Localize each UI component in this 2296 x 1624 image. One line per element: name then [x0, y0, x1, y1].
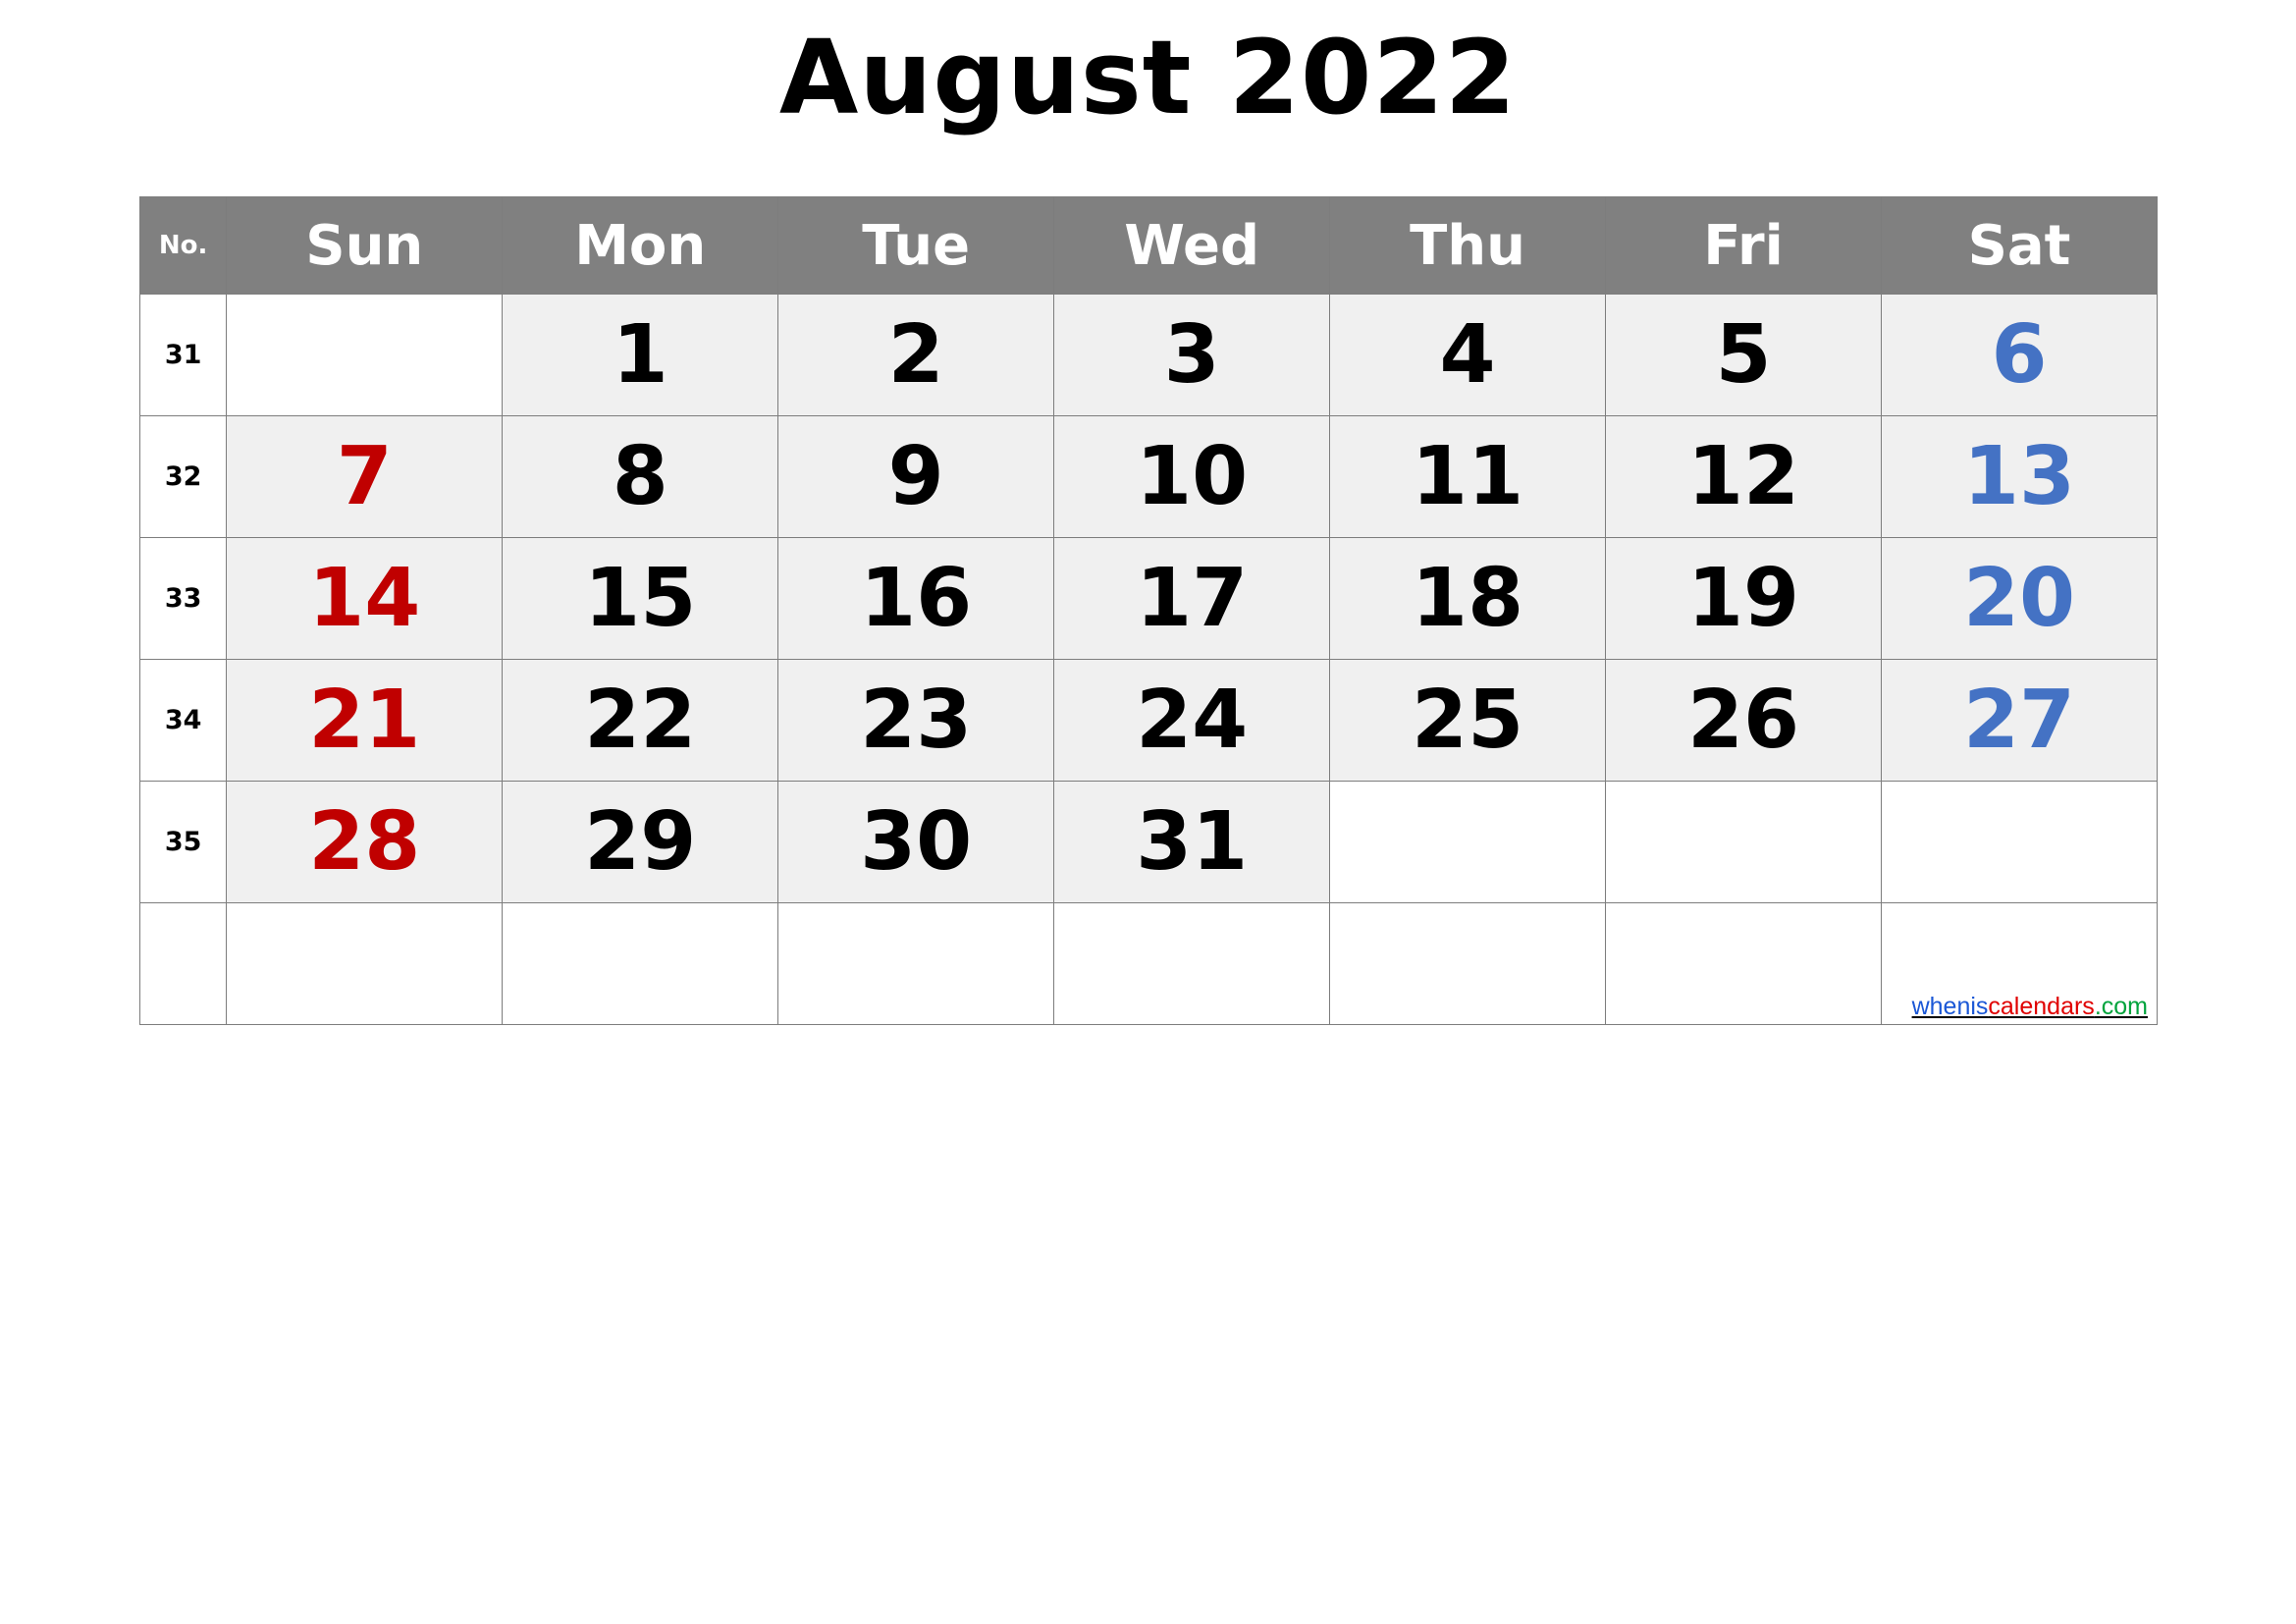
week-number: 35: [138, 781, 228, 903]
day-cell[interactable]: 19: [1605, 537, 1883, 660]
day-cell[interactable]: 21: [226, 659, 504, 782]
day-cell[interactable]: 23: [777, 659, 1055, 782]
day-cell[interactable]: 2: [777, 294, 1055, 416]
day-cell[interactable]: [1329, 781, 1607, 903]
watermark-part-tld: .com: [2094, 992, 2148, 1020]
day-cell[interactable]: 4: [1329, 294, 1607, 416]
header-day-fri: Fri: [1605, 196, 1883, 295]
day-cell[interactable]: 28: [226, 781, 504, 903]
watermark-part-whenis: whenis: [1911, 992, 1989, 1020]
day-cell[interactable]: 26: [1605, 659, 1883, 782]
day-cell[interactable]: 9: [777, 415, 1055, 538]
day-cell[interactable]: 13: [1881, 415, 2158, 538]
day-cell[interactable]: 24: [1053, 659, 1331, 782]
calendar-table: No. Sun Mon Tue Wed Thu Fri Sat 31 1 2 3…: [138, 196, 2158, 1025]
week-row: 35 28 29 30 31: [138, 781, 2158, 903]
header-day-sun: Sun: [226, 196, 504, 295]
site-watermark[interactable]: wheniscalendars.com: [1911, 992, 2148, 1021]
day-cell[interactable]: 14: [226, 537, 504, 660]
header-day-mon: Mon: [502, 196, 779, 295]
day-cell[interactable]: 20: [1881, 537, 2158, 660]
day-cell[interactable]: [1605, 902, 1883, 1025]
week-number: 31: [138, 294, 228, 416]
calendar-page: August 2022 No. Sun Mon Tue Wed Thu Fri …: [0, 0, 2296, 1624]
day-cell[interactable]: [777, 902, 1055, 1025]
day-cell[interactable]: 6: [1881, 294, 2158, 416]
day-cell[interactable]: 25: [1329, 659, 1607, 782]
day-cell[interactable]: [1329, 902, 1607, 1025]
day-cell[interactable]: [1605, 781, 1883, 903]
day-cell[interactable]: [226, 902, 504, 1025]
week-number: 33: [138, 537, 228, 660]
day-cell[interactable]: 7: [226, 415, 504, 538]
header-weekno: No.: [138, 196, 228, 295]
day-cell[interactable]: 8: [502, 415, 779, 538]
page-title: August 2022: [778, 18, 1518, 137]
week-number: 34: [138, 659, 228, 782]
header-day-thu: Thu: [1329, 196, 1607, 295]
calendar-body: 31 1 2 3 4 5 6 32 7 8 9 10 11 12 13 33 1…: [138, 294, 2158, 1025]
day-cell[interactable]: 16: [777, 537, 1055, 660]
day-cell[interactable]: 22: [502, 659, 779, 782]
day-cell[interactable]: [502, 902, 779, 1025]
week-row: wheniscalendars.com: [138, 902, 2158, 1025]
watermark-part-calendars: calendars: [1988, 992, 2095, 1020]
header-row: No. Sun Mon Tue Wed Thu Fri Sat: [138, 196, 2158, 295]
day-cell[interactable]: 15: [502, 537, 779, 660]
day-cell-with-watermark[interactable]: wheniscalendars.com: [1881, 902, 2158, 1025]
header-day-tue: Tue: [777, 196, 1055, 295]
week-number: [138, 902, 228, 1025]
week-row: 34 21 22 23 24 25 26 27: [138, 659, 2158, 782]
week-number: 32: [138, 415, 228, 538]
day-cell[interactable]: 10: [1053, 415, 1331, 538]
day-cell[interactable]: 17: [1053, 537, 1331, 660]
week-row: 32 7 8 9 10 11 12 13: [138, 415, 2158, 538]
day-cell[interactable]: 5: [1605, 294, 1883, 416]
day-cell[interactable]: 11: [1329, 415, 1607, 538]
header-day-sat: Sat: [1881, 196, 2158, 295]
day-cell[interactable]: 31: [1053, 781, 1331, 903]
calendar-container: No. Sun Mon Tue Wed Thu Fri Sat 31 1 2 3…: [138, 196, 2158, 1025]
day-cell[interactable]: [1053, 902, 1331, 1025]
calendar-header: No. Sun Mon Tue Wed Thu Fri Sat: [138, 196, 2158, 295]
day-cell[interactable]: [226, 294, 504, 416]
day-cell[interactable]: 29: [502, 781, 779, 903]
day-cell[interactable]: 3: [1053, 294, 1331, 416]
day-cell[interactable]: 18: [1329, 537, 1607, 660]
header-day-wed: Wed: [1053, 196, 1331, 295]
day-cell[interactable]: 1: [502, 294, 779, 416]
day-cell[interactable]: 12: [1605, 415, 1883, 538]
day-cell[interactable]: 30: [777, 781, 1055, 903]
day-cell[interactable]: [1881, 781, 2158, 903]
day-cell[interactable]: 27: [1881, 659, 2158, 782]
week-row: 33 14 15 16 17 18 19 20: [138, 537, 2158, 660]
week-row: 31 1 2 3 4 5 6: [138, 294, 2158, 416]
